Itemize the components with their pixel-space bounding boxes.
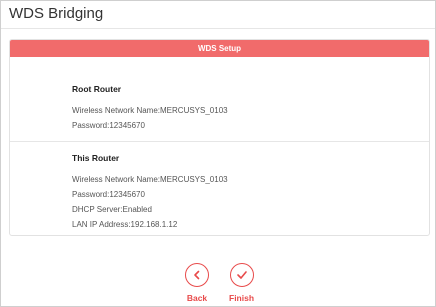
this-lan-ip: LAN IP Address:192.168.1.12 — [72, 220, 178, 229]
finish-button[interactable]: Finish — [229, 263, 254, 303]
panel-header: WDS Setup — [10, 40, 429, 57]
page-title: WDS Bridging — [9, 5, 104, 22]
back-button[interactable]: Back — [185, 263, 209, 303]
finish-circle[interactable] — [229, 263, 254, 287]
section-divider — [10, 141, 429, 142]
wds-setup-panel: WDS Setup Root Router Wireless Network N… — [9, 39, 430, 236]
this-dhcp-server: DHCP Server:Enabled — [72, 205, 152, 214]
root-wireless-name: Wireless Network Name:MERCUSYS_0103 — [72, 106, 228, 115]
back-circle[interactable] — [185, 263, 209, 287]
this-router-section: This Router Wireless Network Name:MERCUS… — [72, 153, 228, 232]
root-password: Password:12345670 — [72, 121, 145, 130]
this-password: Password:12345670 — [72, 190, 145, 199]
this-wireless-name: Wireless Network Name:MERCUSYS_0103 — [72, 175, 228, 184]
checkmark-icon — [236, 271, 247, 279]
root-router-section: Root Router Wireless Network Name:MERCUS… — [72, 84, 228, 133]
this-router-heading: This Router — [72, 153, 120, 163]
root-router-heading: Root Router — [72, 84, 122, 94]
finish-label[interactable]: Finish — [229, 293, 254, 303]
back-label[interactable]: Back — [187, 293, 207, 303]
title-divider — [1, 28, 435, 29]
chevron-left-icon — [194, 270, 200, 280]
